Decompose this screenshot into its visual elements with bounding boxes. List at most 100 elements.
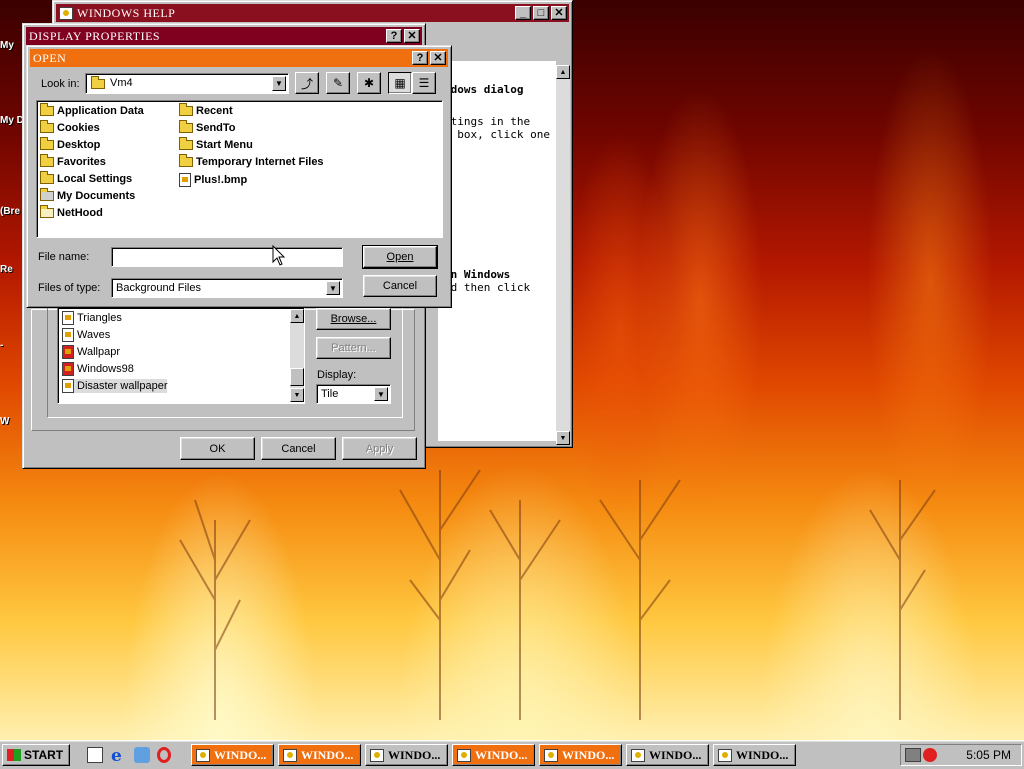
help-icon [718, 748, 732, 762]
files-of-type-select[interactable]: Background Files ▼ [111, 278, 343, 298]
scroll-thumb[interactable] [290, 368, 304, 386]
file-name-input[interactable] [111, 247, 343, 267]
scroll-down-button[interactable]: ▼ [290, 388, 304, 402]
windows-logo-icon [7, 749, 21, 761]
close-button[interactable]: ✕ [404, 29, 420, 43]
desktop-button[interactable]: ✎ [326, 72, 350, 94]
help-title: Windows Help [77, 5, 176, 20]
task-button[interactable]: Windo... [278, 744, 361, 766]
bitmap-icon [62, 328, 74, 342]
files-of-type-value: Background Files [116, 282, 201, 294]
list-item[interactable]: Windows98 [62, 362, 134, 376]
task-button[interactable]: Windo... [626, 744, 709, 766]
ok-button[interactable]: OK [180, 437, 255, 460]
help-icon [544, 748, 558, 762]
list-item[interactable]: Recent [179, 103, 233, 117]
browse-button[interactable]: Browse... [316, 308, 391, 330]
pattern-button[interactable]: Pattern... [316, 337, 391, 359]
help-button[interactable]: ? [386, 29, 402, 43]
display-select-value: Tile [321, 388, 339, 400]
clock[interactable]: 5:05 PM [966, 748, 1011, 762]
details-view-button[interactable]: ☰ [412, 72, 436, 94]
quick-launch: e [80, 744, 180, 766]
list-item[interactable]: Local Settings [40, 171, 132, 185]
files-of-type-label: Files of type: [38, 282, 101, 294]
apply-button[interactable]: Apply [342, 437, 417, 460]
list-item[interactable]: Desktop [40, 137, 100, 151]
list-item[interactable]: Wallpapr [62, 345, 120, 359]
desktop-icon-web[interactable]: W [0, 416, 22, 427]
display-properties-titlebar[interactable]: Display Properties ? ✕ [26, 27, 422, 45]
display-select[interactable]: Tile ▼ [316, 384, 391, 404]
look-in-label: Look in: [41, 78, 80, 90]
mouse-cursor [272, 245, 286, 266]
start-button[interactable]: Start [2, 744, 70, 766]
list-item[interactable]: Temporary Internet Files [179, 154, 324, 168]
maximize-button[interactable]: □ [533, 6, 549, 20]
internet-explorer-icon[interactable]: e [111, 746, 122, 766]
list-view-icon: ▦ [394, 76, 406, 90]
open-button[interactable]: Open [362, 245, 438, 269]
folder-icon [179, 103, 193, 116]
opera-icon[interactable] [157, 747, 171, 763]
display-settings-icon[interactable] [905, 748, 921, 762]
list-item[interactable]: SendTo [179, 120, 236, 134]
folder-icon [179, 137, 193, 150]
chevron-down-icon[interactable]: ▼ [272, 76, 286, 91]
cancel-button[interactable]: Cancel [261, 437, 336, 460]
cancel-button[interactable]: Cancel [363, 275, 437, 297]
close-button[interactable]: ✕ [430, 51, 446, 65]
desktop-icon-briefcase[interactable]: (Bre [0, 206, 22, 217]
close-button[interactable]: ✕ [551, 6, 567, 20]
task-button[interactable]: Windo... [539, 744, 622, 766]
file-list[interactable]: Application Data Cookies Desktop Favorit… [36, 100, 443, 238]
outlook-express-icon[interactable] [134, 747, 150, 763]
wallpaper-list[interactable]: Triangles Waves Wallpapr Windows98 Disas… [57, 307, 305, 404]
new-folder-button[interactable]: ✱ [357, 72, 381, 94]
list-item[interactable]: Plus!.bmp [179, 173, 247, 187]
help-button[interactable]: ? [412, 51, 428, 65]
folder-icon [40, 171, 54, 184]
look-in-value: Vm4 [110, 77, 133, 89]
chevron-down-icon[interactable]: ▼ [326, 281, 340, 295]
list-item[interactable]: Favorites [40, 154, 106, 168]
help-scroll-up[interactable]: ▲ [556, 65, 570, 79]
help-titlebar[interactable]: Windows Help _ □ ✕ [56, 4, 569, 22]
bitmap-icon [62, 379, 74, 393]
chevron-down-icon[interactable]: ▼ [374, 387, 388, 401]
list-item[interactable]: Start Menu [179, 137, 253, 151]
display-properties-title: Display Properties [29, 28, 161, 43]
start-label: Start [24, 748, 64, 762]
desktop-icon-network[interactable]: - [0, 340, 22, 351]
list-item[interactable]: Application Data [40, 103, 144, 117]
list-item[interactable]: Waves [62, 328, 110, 342]
help-scrollbar[interactable] [556, 65, 570, 445]
help-icon [196, 748, 210, 762]
open-titlebar[interactable]: Open ? ✕ [30, 49, 448, 67]
look-in-select[interactable]: Vm4 ▼ [85, 73, 289, 94]
folder-icon [179, 154, 193, 167]
volume-icon[interactable] [923, 748, 937, 762]
task-button[interactable]: Windo... [191, 744, 274, 766]
list-item[interactable]: My Documents [40, 188, 135, 202]
task-button[interactable]: Windo... [713, 744, 796, 766]
list-item[interactable]: NetHood [40, 205, 103, 219]
list-item-selected[interactable]: Disaster wallpaper [62, 379, 168, 393]
desktop-icon-recycle-bin[interactable]: Re [0, 264, 22, 275]
list-item[interactable]: Cookies [40, 120, 100, 134]
help-scroll-down[interactable]: ▼ [556, 431, 570, 445]
desktop-icon-my-documents[interactable]: My D [0, 115, 22, 126]
task-button[interactable]: Windo... [452, 744, 535, 766]
file-name-label: File name: [38, 251, 90, 263]
minimize-button[interactable]: _ [515, 6, 531, 20]
list-view-button[interactable]: ▦ [388, 72, 412, 94]
up-folder-icon: ⤴ [300, 76, 313, 91]
desktop-icon-my-computer[interactable]: My [0, 40, 22, 51]
task-button[interactable]: Windo... [365, 744, 448, 766]
show-desktop-icon[interactable] [87, 747, 103, 763]
list-item[interactable]: Triangles [62, 311, 122, 325]
help-text-line: wn Windows [444, 268, 511, 281]
scroll-up-button[interactable]: ▲ [290, 309, 304, 323]
up-folder-button[interactable]: ⤴ [295, 72, 319, 94]
help-content-pane: ndows dialog ttings in the g box, click … [438, 61, 556, 441]
